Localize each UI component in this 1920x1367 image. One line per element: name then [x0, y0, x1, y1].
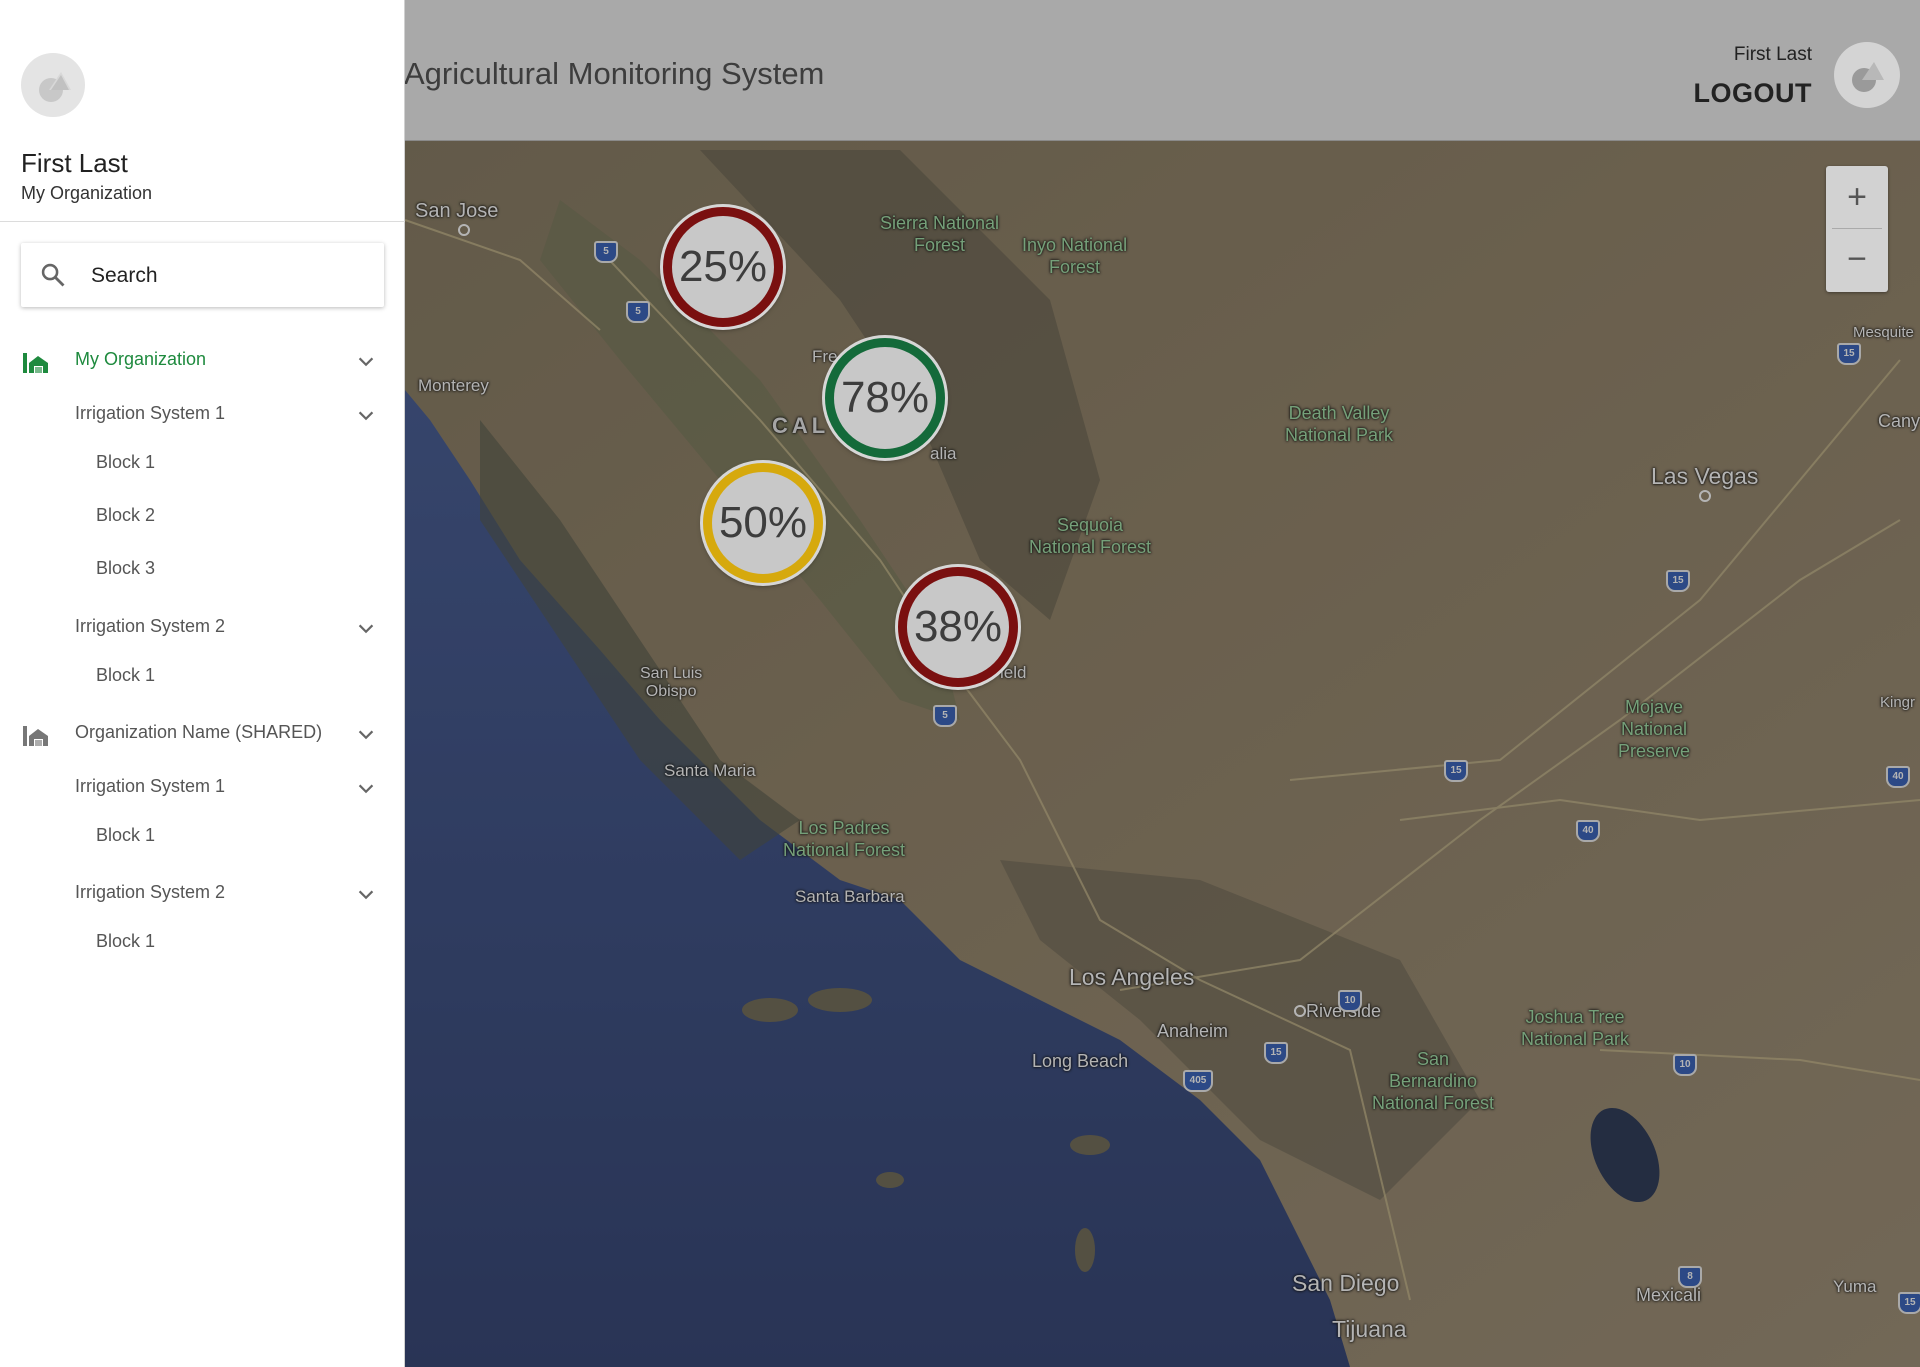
tree-item-label: Irrigation System 2 — [75, 616, 226, 636]
tree-item-label: Organization Name (SHARED) — [75, 722, 323, 742]
farm-icon — [23, 353, 48, 373]
search-input[interactable] — [89, 255, 373, 297]
chevron-down-icon[interactable] — [355, 351, 377, 373]
tree-item-block[interactable]: Block 3 — [0, 548, 405, 592]
logo-icon — [39, 72, 71, 102]
profile-organization: My Organization — [21, 183, 153, 203]
tree-item-block[interactable]: Block 1 — [0, 921, 405, 965]
profile-name: First Last — [21, 148, 128, 178]
tree-item-label: Block 2 — [96, 505, 156, 525]
tree-item-label: Irrigation System 1 — [75, 403, 226, 423]
tree-item-label: Irrigation System 1 — [75, 776, 226, 796]
tree-item-block[interactable]: Block 1 — [0, 815, 405, 859]
tree-item-my-organization[interactable]: My Organization — [0, 339, 405, 383]
tree-item-label: Irrigation System 2 — [75, 882, 226, 902]
tree-item-block[interactable]: Block 2 — [0, 495, 405, 539]
chevron-down-icon[interactable] — [355, 884, 377, 906]
logo-icon — [1852, 62, 1884, 92]
header-user-name: First Last — [1733, 44, 1812, 65]
zoom-control: + − — [1826, 166, 1888, 292]
farm-icon — [23, 726, 48, 746]
tree-item-label: Block 1 — [96, 665, 156, 685]
tree-item-shared-organization[interactable]: Organization Name (SHARED) — [0, 712, 405, 756]
tree-item-label: Block 3 — [96, 558, 156, 578]
logout-button[interactable]: LOGOUT — [1694, 78, 1813, 109]
tree-item-block[interactable]: Block 1 — [0, 442, 405, 486]
divider — [0, 221, 405, 222]
avatar[interactable] — [1834, 42, 1900, 108]
tree-item-label: Block 1 — [96, 452, 156, 472]
nav-drawer: First Last My Organization My Organizati… — [0, 0, 405, 1367]
tree-item-irrigation-system[interactable]: Irrigation System 1 — [0, 766, 405, 810]
map-marker-50[interactable]: 50% — [703, 463, 823, 583]
app-title: Agricultural Monitoring System — [404, 56, 825, 91]
tree-item-irrigation-system[interactable]: Irrigation System 1 — [0, 393, 405, 437]
chevron-down-icon[interactable] — [355, 618, 377, 640]
map-marker-38[interactable]: 38% — [898, 567, 1018, 687]
search-icon — [41, 263, 65, 287]
zoom-out-button[interactable]: − — [1826, 228, 1888, 290]
avatar[interactable] — [21, 53, 85, 117]
chevron-down-icon[interactable] — [355, 405, 377, 427]
tree-item-irrigation-system[interactable]: Irrigation System 2 — [0, 606, 405, 650]
chevron-down-icon[interactable] — [355, 778, 377, 800]
tree-item-irrigation-system[interactable]: Irrigation System 2 — [0, 872, 405, 916]
search-box — [21, 243, 384, 307]
tree-item-label: Block 1 — [96, 825, 156, 845]
map-marker-25[interactable]: 25% — [663, 207, 783, 327]
tree-item-block[interactable]: Block 1 — [0, 655, 405, 699]
tree-item-label: My Organization — [75, 349, 207, 369]
chevron-down-icon[interactable] — [355, 724, 377, 746]
tree-item-label: Block 1 — [96, 931, 156, 951]
zoom-in-button[interactable]: + — [1826, 166, 1888, 228]
map-marker-78[interactable]: 78% — [825, 338, 945, 458]
